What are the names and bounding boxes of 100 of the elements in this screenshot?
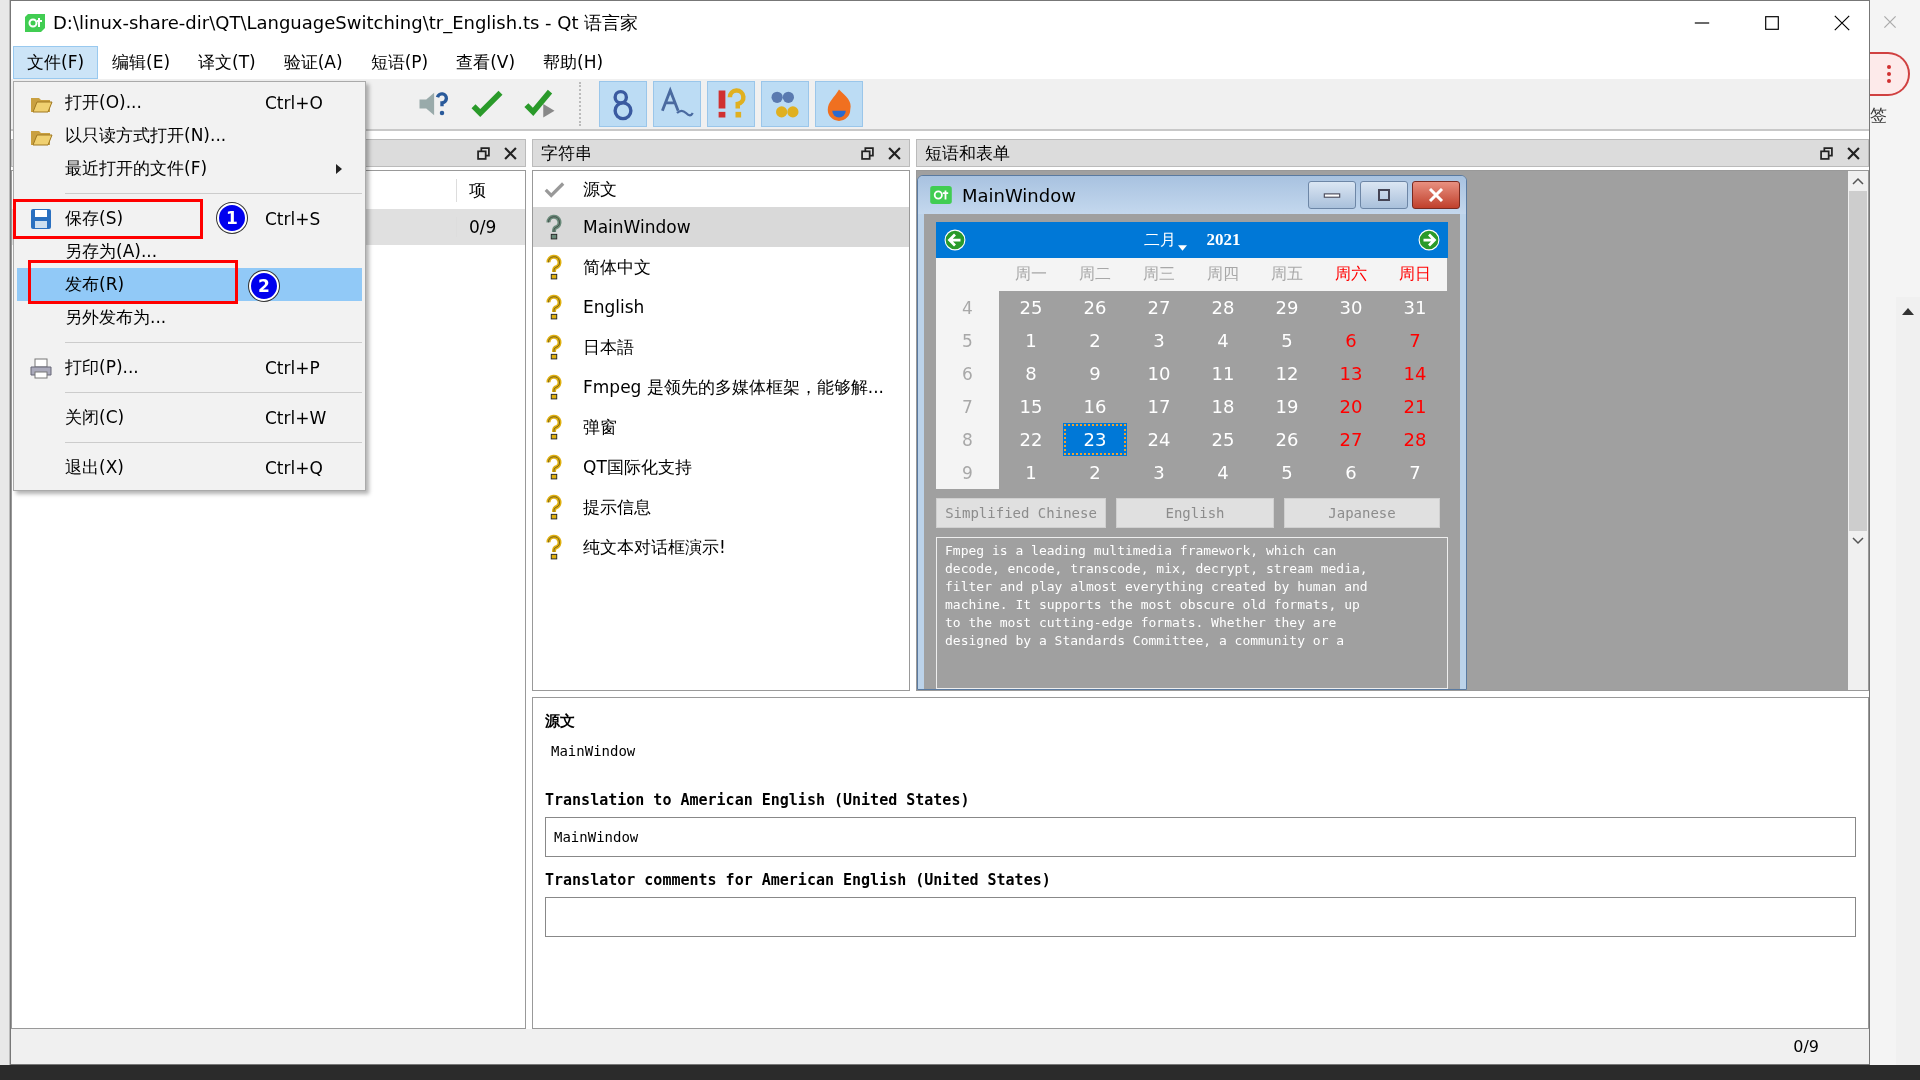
string-row[interactable]: MainWindow <box>533 207 909 247</box>
close-icon[interactable] <box>888 146 901 160</box>
language-button[interactable]: Japanese <box>1284 498 1440 528</box>
menu-item[interactable]: 查看(V) <box>442 45 530 79</box>
calendar-day[interactable]: 24 <box>1127 423 1191 456</box>
float-icon[interactable] <box>861 146 874 160</box>
calendar-day[interactable]: 5 <box>1255 456 1319 489</box>
close-icon[interactable] <box>1847 146 1860 160</box>
calendar-day[interactable]: 28 <box>1191 291 1255 324</box>
maximize-icon[interactable] <box>1763 14 1781 32</box>
calendar-day[interactable]: 21 <box>1383 390 1447 423</box>
menu-item[interactable]: 短语(P) <box>356 45 443 79</box>
calendar-day[interactable]: 25 <box>999 291 1063 324</box>
window-title: D:\linux-share-dir\QT\LanguageSwitching\tr_English.ts - Qt 语言家 <box>53 11 639 35</box>
calendar-day[interactable]: 9 <box>1063 357 1127 390</box>
calendar-day[interactable]: 11 <box>1191 357 1255 390</box>
minimize-button[interactable] <box>1308 181 1356 209</box>
calendar-day[interactable]: 3 <box>1127 456 1191 489</box>
calendar-day[interactable]: 10 <box>1127 357 1191 390</box>
calendar-day[interactable]: 23 <box>1063 423 1127 456</box>
toolbar-button[interactable] <box>761 81 809 127</box>
month-selector[interactable]: 二月 <box>1143 229 1187 251</box>
calendar-day[interactable]: 13 <box>1319 357 1383 390</box>
string-row[interactable]: 提示信息 <box>533 487 909 527</box>
year-label[interactable]: 2021 <box>1206 230 1241 250</box>
close-icon[interactable] <box>1833 14 1851 32</box>
toolbar-button[interactable] <box>599 81 647 127</box>
calendar-day[interactable]: 15 <box>999 390 1063 423</box>
menu-item[interactable]: 发布(R) 2 <box>17 268 362 301</box>
bookmark-label: 签 <box>1870 104 1887 127</box>
calendar-day[interactable]: 26 <box>1063 291 1127 324</box>
menu-item[interactable]: 最近打开的文件(F) <box>17 152 362 185</box>
menu-item[interactable]: 关闭(C) Ctrl+W <box>17 401 362 434</box>
string-row[interactable]: 日本語 <box>533 327 909 367</box>
calendar-day[interactable]: 8 <box>999 357 1063 390</box>
translation-field[interactable]: MainWindow <box>545 817 1856 857</box>
calendar-day[interactable]: 6 <box>1319 324 1383 357</box>
save-icon <box>29 207 53 230</box>
calendar-day[interactable]: 25 <box>1191 423 1255 456</box>
float-icon[interactable] <box>1820 146 1833 160</box>
calendar-day[interactable]: 2 <box>1063 324 1127 357</box>
scroll-down-icon[interactable] <box>1852 537 1864 545</box>
float-icon[interactable] <box>477 146 490 160</box>
menu-item[interactable]: 退出(X) Ctrl+Q <box>17 451 362 484</box>
scrollbar[interactable] <box>1848 171 1868 690</box>
previous-month-icon[interactable] <box>944 229 966 251</box>
calendar-day[interactable]: 31 <box>1383 291 1447 324</box>
comments-field[interactable] <box>545 897 1856 937</box>
calendar-day[interactable]: 4 <box>1191 324 1255 357</box>
toolbar-button[interactable] <box>815 81 863 127</box>
string-row[interactable]: 纯文本对话框演示! <box>533 527 909 567</box>
language-button[interactable]: English <box>1116 498 1274 528</box>
close-icon[interactable] <box>504 146 517 160</box>
maximize-button[interactable] <box>1360 181 1408 209</box>
calendar-day[interactable]: 17 <box>1127 390 1191 423</box>
more-button[interactable] <box>1870 52 1910 96</box>
menu-item[interactable]: 打开(O)... Ctrl+O <box>17 86 362 119</box>
calendar-day[interactable]: 19 <box>1255 390 1319 423</box>
calendar-day[interactable]: 1 <box>999 324 1063 357</box>
menu-item[interactable]: 帮助(H) <box>529 45 618 79</box>
menu-item[interactable]: 编辑(E) <box>98 45 185 79</box>
calendar-day[interactable]: 4 <box>1191 456 1255 489</box>
calendar-day[interactable]: 2 <box>1063 456 1127 489</box>
menu-item[interactable]: 验证(A) <box>269 45 357 79</box>
calendar-day[interactable]: 1 <box>999 456 1063 489</box>
string-row[interactable]: 简体中文 <box>533 247 909 287</box>
scroll-up-icon[interactable] <box>1902 307 1914 315</box>
calendar-day[interactable]: 16 <box>1063 390 1127 423</box>
calendar-day[interactable]: 28 <box>1383 423 1447 456</box>
close-button[interactable] <box>1412 181 1460 209</box>
source-text: MainWindow <box>551 743 637 759</box>
scroll-up-icon[interactable] <box>1852 177 1864 185</box>
menu-item[interactable]: 译文(T) <box>184 45 270 79</box>
menu-item[interactable]: 文件(F) <box>13 45 99 79</box>
calendar-day[interactable]: 29 <box>1255 291 1319 324</box>
calendar-day[interactable]: 6 <box>1319 456 1383 489</box>
calendar-day[interactable]: 3 <box>1127 324 1191 357</box>
calendar-day[interactable]: 7 <box>1383 456 1447 489</box>
calendar-day[interactable]: 7 <box>1383 324 1447 357</box>
calendar-day[interactable]: 18 <box>1191 390 1255 423</box>
calendar-day[interactable]: 12 <box>1255 357 1319 390</box>
string-row[interactable]: QT国际化支持 <box>533 447 909 487</box>
toolbar-button[interactable] <box>653 81 701 127</box>
calendar-day[interactable]: 22 <box>999 423 1063 456</box>
language-button[interactable]: Simplified Chinese <box>936 498 1106 528</box>
toolbar-button[interactable] <box>707 81 755 127</box>
calendar-day[interactable]: 27 <box>1319 423 1383 456</box>
next-month-icon[interactable] <box>1418 229 1440 251</box>
calendar-day[interactable]: 5 <box>1255 324 1319 357</box>
menu-item[interactable]: 另外发布为... <box>17 301 362 334</box>
calendar-day[interactable]: 27 <box>1127 291 1191 324</box>
calendar-day[interactable]: 30 <box>1319 291 1383 324</box>
string-row[interactable]: English <box>533 287 909 327</box>
calendar-day[interactable]: 14 <box>1383 357 1447 390</box>
string-row[interactable]: 弹窗 <box>533 407 909 447</box>
calendar-day[interactable]: 20 <box>1319 390 1383 423</box>
string-row[interactable]: Fmpeg 是领先的多媒体框架，能够解... <box>533 367 909 407</box>
calendar-day[interactable]: 26 <box>1255 423 1319 456</box>
menu-item[interactable]: 以只读方式打开(N)... <box>17 119 362 152</box>
menu-item[interactable]: 打印(P)... Ctrl+P <box>17 351 362 384</box>
